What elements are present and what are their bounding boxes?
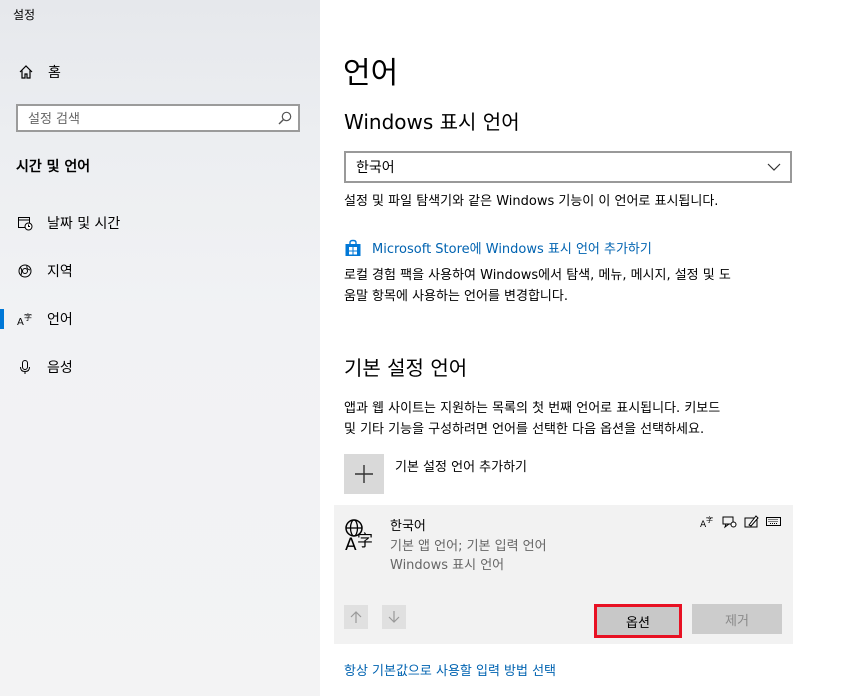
search-icon[interactable] xyxy=(277,110,293,126)
arrow-down-icon xyxy=(388,611,400,623)
add-language-row[interactable]: 기본 설정 언어 추가하기 xyxy=(344,454,527,494)
svg-text:字: 字 xyxy=(706,515,713,524)
svg-text:A: A xyxy=(17,317,24,327)
store-link-description: 로컬 경험 팩을 사용하여 Windows에서 탐색, 메뉴, 메시지, 설정 … xyxy=(344,265,794,307)
sidebar-item-label: 언어 xyxy=(47,312,73,328)
home-label: 홈 xyxy=(48,65,61,81)
sidebar-item-speech[interactable]: 음성 xyxy=(0,347,320,387)
sidebar: 설정 홈 시간 및 언어 날짜 및 시간 지역 A字 언어 음성 xyxy=(0,0,320,696)
svg-text:字: 字 xyxy=(357,531,373,550)
speech-icon xyxy=(722,514,737,529)
dropdown-value: 한국어 xyxy=(356,160,395,176)
language-item-korean[interactable]: A字 한국어 기본 앱 언어; 기본 입력 언어 Windows 표시 언어 A… xyxy=(334,505,793,644)
language-icon: A字 xyxy=(17,311,33,327)
store-link-label[interactable]: Microsoft Store에 Windows 표시 언어 추가하기 xyxy=(372,238,652,257)
display-language-icon: A字 xyxy=(700,514,715,529)
sidebar-item-date-time[interactable]: 날짜 및 시간 xyxy=(0,203,320,243)
language-subtitle: 기본 앱 언어; 기본 입력 언어 xyxy=(390,539,547,554)
svg-text:字: 字 xyxy=(24,312,32,322)
section-title: 시간 및 언어 xyxy=(16,159,91,175)
description-line: 움말 항목에 사용하는 언어를 변경합니다. xyxy=(344,289,568,304)
microphone-icon xyxy=(17,359,33,375)
globe-icon xyxy=(17,263,33,279)
search-input[interactable] xyxy=(18,106,280,132)
display-language-dropdown[interactable]: 한국어 xyxy=(344,151,792,183)
keyboard-icon xyxy=(766,514,781,529)
language-feature-icons: A字 xyxy=(700,514,781,529)
main-content: 언어 Windows 표시 언어 한국어 설정 및 파일 탐색기와 같은 Win… xyxy=(320,0,848,696)
language-globe-icon: A字 xyxy=(344,518,378,555)
remove-button[interactable]: 제거 xyxy=(692,604,782,634)
arrow-up-icon xyxy=(350,611,362,623)
store-bag-icon xyxy=(344,239,362,257)
options-button[interactable]: 옵션 xyxy=(594,604,682,638)
page-title: 언어 xyxy=(343,56,399,91)
home-nav[interactable]: 홈 xyxy=(18,62,61,82)
home-icon xyxy=(18,64,34,80)
chevron-down-icon xyxy=(766,159,782,175)
description-line: 및 기타 기능을 구성하려면 언어를 선택한 다음 옵션을 선택하세요. xyxy=(344,422,705,437)
move-up-button[interactable] xyxy=(344,605,368,629)
default-input-method-link[interactable]: 항상 기본값으로 사용할 입력 방법 선택 xyxy=(344,660,556,679)
settings-search-box[interactable] xyxy=(16,104,300,132)
sidebar-item-language[interactable]: A字 언어 xyxy=(0,299,320,339)
add-language-button[interactable] xyxy=(344,454,384,494)
description-line: 앱과 웹 사이트는 지원하는 목록의 첫 번째 언어로 표시됩니다. 키보드 xyxy=(344,401,721,416)
display-language-description: 설정 및 파일 탐색기와 같은 Windows 기능이 이 언어로 표시됩니다. xyxy=(344,194,719,209)
app-title: 설정 xyxy=(13,8,36,22)
sidebar-item-label: 음성 xyxy=(47,360,73,376)
add-language-label[interactable]: 기본 설정 언어 추가하기 xyxy=(395,456,527,475)
sidebar-item-label: 날짜 및 시간 xyxy=(47,216,121,232)
preferred-language-description: 앱과 웹 사이트는 지원하는 목록의 첫 번째 언어로 표시됩니다. 키보드 및… xyxy=(344,398,794,440)
move-down-button[interactable] xyxy=(382,605,406,629)
language-subtitle: Windows 표시 언어 xyxy=(390,558,505,573)
calendar-clock-icon xyxy=(17,215,33,231)
handwriting-icon xyxy=(744,514,759,529)
svg-text:A: A xyxy=(345,535,357,552)
language-name: 한국어 xyxy=(390,519,426,534)
description-line: 로컬 경험 팩을 사용하여 Windows에서 탐색, 메뉴, 메시지, 설정 … xyxy=(344,268,731,283)
preferred-language-heading: 기본 설정 언어 xyxy=(344,356,468,380)
plus-icon xyxy=(355,465,373,483)
sidebar-item-region[interactable]: 지역 xyxy=(0,251,320,291)
display-language-heading: Windows 표시 언어 xyxy=(344,110,520,134)
store-link[interactable]: Microsoft Store에 Windows 표시 언어 추가하기 xyxy=(344,238,652,257)
sidebar-item-label: 지역 xyxy=(47,264,73,280)
